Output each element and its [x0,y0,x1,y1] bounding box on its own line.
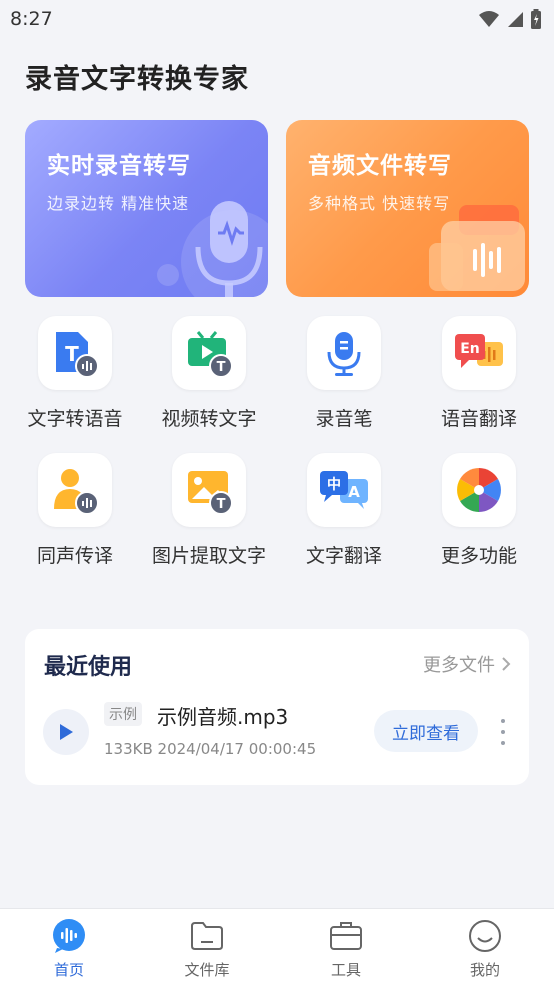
home-wave-icon [53,919,85,953]
tab-label: 工具 [330,961,361,979]
more-functions-icon [457,468,501,512]
folder-icon [191,922,223,950]
video-to-text-icon: T [188,331,233,378]
tool-icon-box: A 中 [307,453,381,527]
play-button[interactable] [43,709,89,755]
tool-icon-box: En [442,316,516,390]
hero-title: 音频文件转写 [308,153,452,179]
tool-icon-box: T [172,316,246,390]
svg-text:T: T [217,360,226,375]
status-icons [478,9,542,29]
svg-text:中: 中 [327,476,341,493]
text-to-speech-icon: T [56,332,99,378]
file-meta: 133KB 2024/04/17 00:00:45 [104,740,317,758]
tab-label: 文件库 [184,961,230,979]
tool-label: 图片提取文字 [151,545,266,567]
svg-text:En: En [460,341,480,357]
view-now-button[interactable]: 立即查看 [374,710,478,752]
tab-home[interactable]: 首页 [0,909,138,986]
play-icon [60,724,73,740]
tool-icon-box [38,453,112,527]
tool-label: 语音翻译 [440,408,517,430]
tool-more-functions[interactable]: 更多功能 [412,453,546,568]
tool-video-to-text[interactable]: T 视频转文字 [142,316,276,431]
tool-text-to-speech[interactable]: T 文字转语音 [8,316,142,431]
microphone-icon [327,332,361,376]
smile-icon [469,920,501,952]
more-files-label: 更多文件 [423,655,495,676]
tool-label: 更多功能 [440,545,517,567]
toolbox-icon [330,922,362,950]
chevron-right-icon [502,657,511,671]
audio-file-illustration-icon [429,205,525,291]
more-options-icon[interactable] [497,719,509,745]
file-name[interactable]: 示例音频.mp3 [157,701,288,730]
text-translate-icon: A 中 [320,471,368,509]
bottom-tab-bar: 首页 文件库 工具 我的 [0,908,554,986]
wifi-icon [479,11,499,27]
signal-icon [508,12,523,27]
simultaneous-interpretation-icon [54,469,99,515]
tool-label: 录音笔 [315,408,373,430]
realtime-transcribe-card[interactable]: 实时录音转写 边录边转 精准快速 [25,120,268,297]
tool-voice-translate[interactable]: En 语音翻译 [412,316,546,431]
hero-title: 实时录音转写 [47,153,191,179]
tab-profile[interactable]: 我的 [416,909,554,986]
status-time: 8:27 [10,8,53,30]
more-files-link[interactable]: 更多文件 [423,651,511,677]
tool-simultaneous-interpretation[interactable]: 同声传译 [8,453,142,568]
microphone-illustration-icon [157,201,268,297]
tool-label: 视频转文字 [161,408,257,430]
tool-icon-box: T [172,453,246,527]
audio-file-transcribe-card[interactable]: 音频文件转写 多种格式 快速转写 [286,120,529,297]
tool-recorder[interactable]: 录音笔 [277,316,411,431]
sample-tag: 示例 [104,702,142,726]
recent-title: 最近使用 [44,655,133,680]
app-title: 录音文字转换专家 [25,64,249,95]
tab-label: 我的 [469,961,500,979]
tab-files[interactable]: 文件库 [138,909,276,986]
tool-icon-box [442,453,516,527]
battery-icon [531,9,541,29]
tool-text-translate[interactable]: A 中 文字翻译 [277,453,411,568]
status-bar: 8:27 [0,0,554,38]
tool-image-to-text[interactable]: T 图片提取文字 [142,453,276,568]
tab-label: 首页 [53,961,84,979]
tool-label: 同声传译 [36,545,113,567]
tool-icon-box: T [38,316,112,390]
recent-section: 最近使用 更多文件 示例 示例音频.mp3 133KB 2024/04/17 0… [25,629,529,785]
svg-text:T: T [217,497,226,512]
tool-label: 文字转语音 [27,408,123,430]
voice-translate-icon: En [455,334,503,368]
tab-tools[interactable]: 工具 [277,909,415,986]
svg-text:A: A [348,483,360,501]
tool-icon-box [307,316,381,390]
image-to-text-icon: T [188,471,233,515]
tool-label: 文字翻译 [305,545,382,567]
